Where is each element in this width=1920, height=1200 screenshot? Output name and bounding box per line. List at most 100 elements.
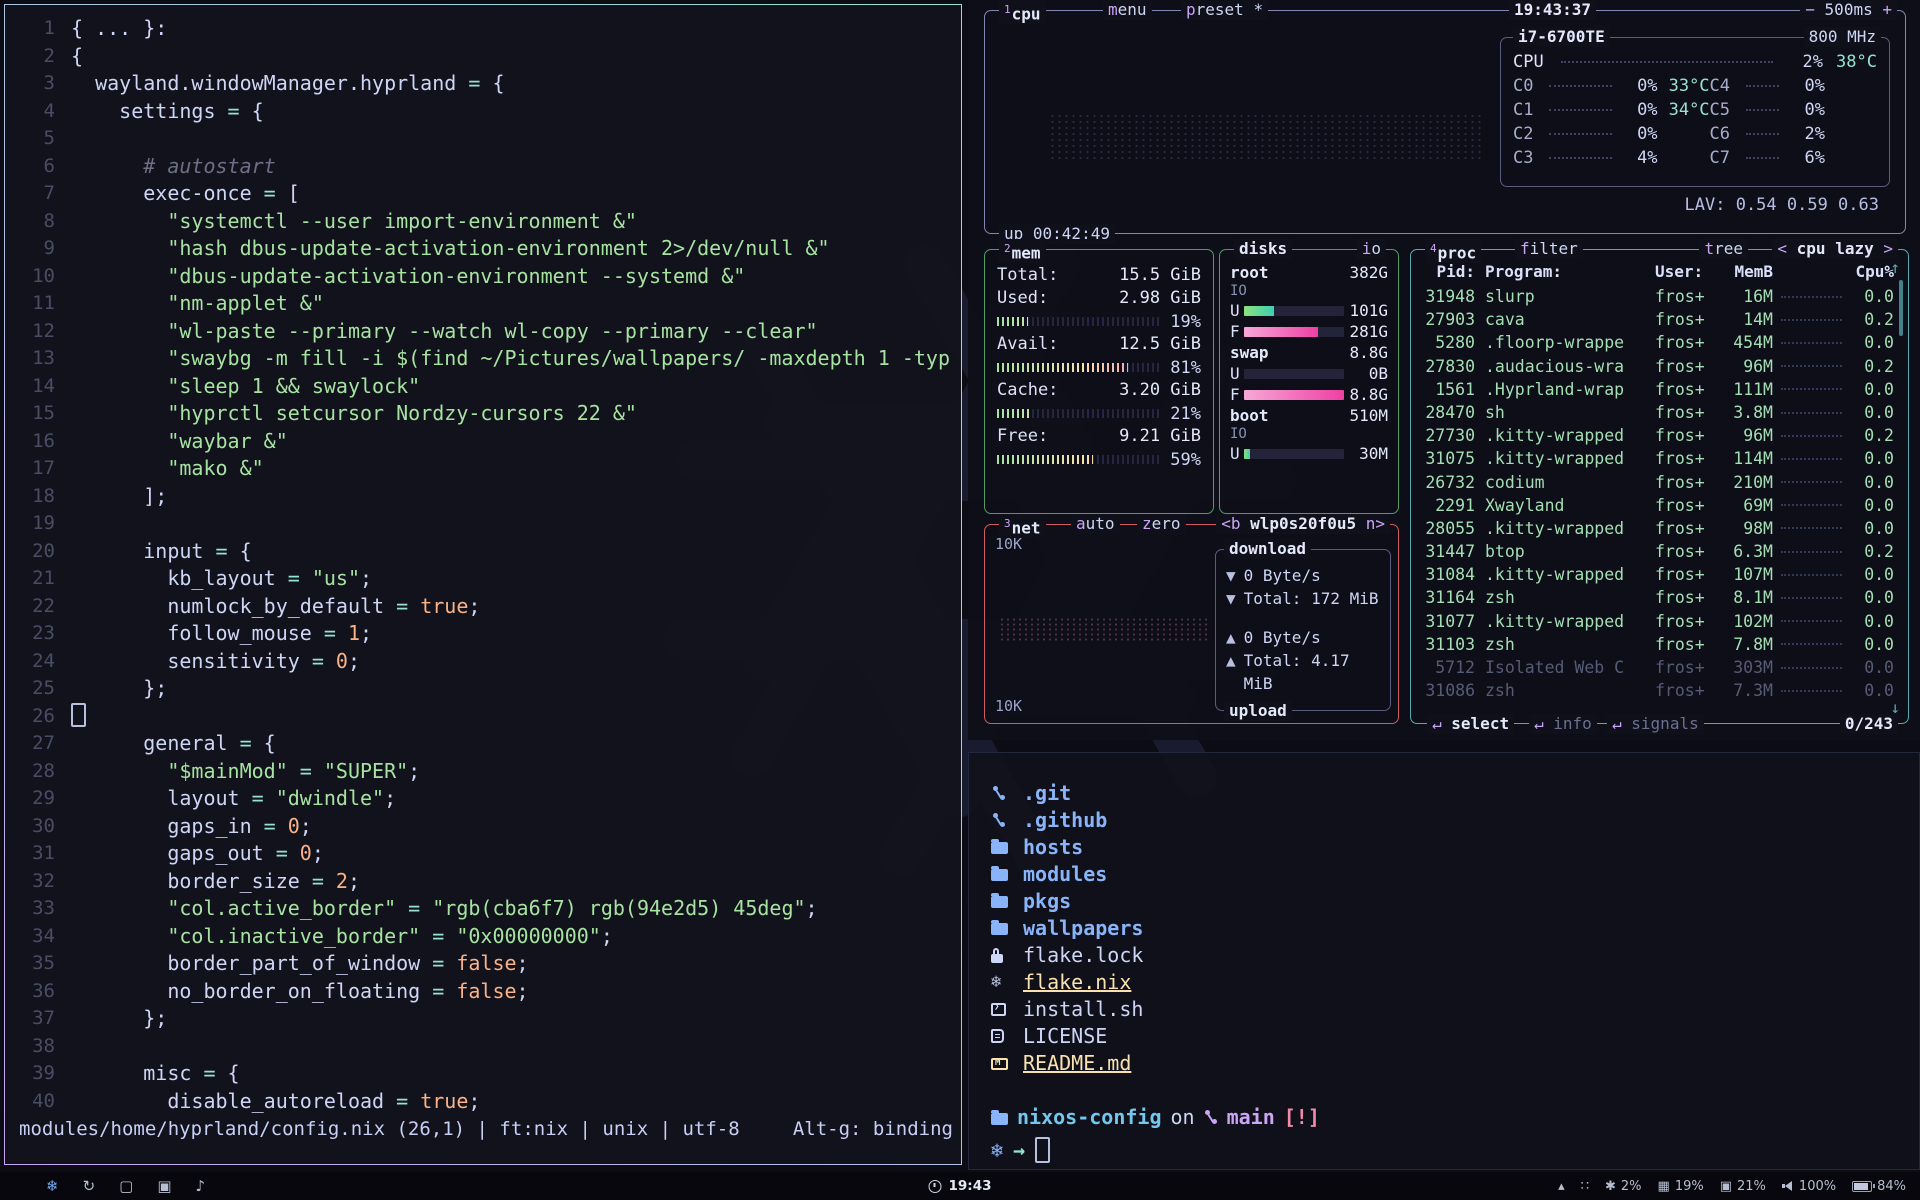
code-line: 28"$mainMod" = "SUPER"; xyxy=(5,758,961,786)
cpu-stats-box: i7-6700TE 800 MHz CPU 2% 38°C C00%33°CC1… xyxy=(1500,37,1890,187)
code-line: 3wayland.windowManager.hyprland = { xyxy=(5,70,961,98)
memory-percent: 19% xyxy=(1675,1179,1704,1194)
process-row[interactable]: 5280.floorp-wrappefros+454M0.0 xyxy=(1421,331,1894,354)
process-row[interactable]: 31086zshfros+7.3M0.0 xyxy=(1421,679,1894,702)
desktop: 1{ ... }:2{3wayland.windowManager.hyprla… xyxy=(0,0,1920,1200)
code-line: 8"systemctl --user import-environment &" xyxy=(5,208,961,236)
process-row[interactable]: 31948slurpfros+16M0.0 xyxy=(1421,285,1894,308)
code-line: 1{ ... }: xyxy=(5,15,961,43)
signals-action[interactable]: ↵ signals xyxy=(1607,714,1704,734)
nixos-menu-icon[interactable]: ❄ xyxy=(46,1177,59,1195)
filter-button[interactable]: filter xyxy=(1515,239,1583,259)
process-row[interactable]: 27830.audacious-wrafros+96M0.2 xyxy=(1421,355,1894,378)
process-row[interactable]: 31164zshfros+8.1M0.0 xyxy=(1421,586,1894,609)
disk-module[interactable]: ▣21% xyxy=(1720,1179,1766,1194)
file-item: .git xyxy=(991,779,1143,806)
editor-window[interactable]: 1{ ... }:2{3wayland.windowManager.hyprla… xyxy=(4,4,962,1165)
tree-toggle-button[interactable]: tree xyxy=(1699,239,1748,259)
prompt-on-label: on xyxy=(1171,1105,1195,1129)
cpu-module[interactable]: ✱ 2% xyxy=(1605,1179,1642,1194)
file-item: ❄flake.nix xyxy=(991,968,1143,995)
git-branch-name: main xyxy=(1227,1105,1275,1129)
file-name: install.sh xyxy=(1023,997,1143,1021)
disks-box: disks io root382GIOU101GF281Gswap8.8GU0B… xyxy=(1219,249,1399,514)
cpu-icon: ✱ xyxy=(1605,1179,1616,1194)
select-action[interactable]: ↵ select xyxy=(1427,714,1514,734)
net-interface-selector[interactable]: <b wlp0s20f0u5 n> xyxy=(1216,514,1390,534)
file-listing: .git.githubhostsmodulespkgswallpapersfla… xyxy=(991,779,1143,1076)
mem-stats: Total:15.5 GiBUsed:2.98 GiB19%Avail:12.5… xyxy=(985,250,1213,471)
memory-module[interactable]: ▦ 19% xyxy=(1658,1179,1704,1194)
process-row[interactable]: 31103zshfros+7.8M0.0 xyxy=(1421,633,1894,656)
net-box: 3net auto zero <b wlp0s20f0u5 n> 10K 10K… xyxy=(984,524,1399,724)
process-row[interactable]: 1561.Hyprland-wrapfros+111M0.0 xyxy=(1421,378,1894,401)
code-line: 23follow_mouse = 1; xyxy=(5,620,961,648)
cpu-box: 1cpu menu preset * 19:43:37 − 500ms + i7… xyxy=(984,10,1906,234)
proc-scrollbar-thumb[interactable] xyxy=(1899,280,1903,336)
shell-prompt: nixos-config on main [!] xyxy=(991,1105,1320,1129)
disk-percent: 21% xyxy=(1737,1179,1766,1194)
sort-column-selector[interactable]: < cpu lazy > xyxy=(1772,239,1898,259)
process-table[interactable]: 31948slurpfros+16M0.027903cavafros+14M0.… xyxy=(1411,283,1908,702)
process-row[interactable]: 27903cavafros+14M0.2 xyxy=(1421,308,1894,331)
process-row[interactable]: 5712Isolated Web Cfros+303M0.0 xyxy=(1421,656,1894,679)
taskbar-launcher-icons: ❄ ↻ ▢ ▣ ♪ xyxy=(0,1177,205,1195)
cpu-percent: 2% xyxy=(1621,1179,1642,1194)
process-row[interactable]: 31077.kitty-wrappedfros+102M0.0 xyxy=(1421,610,1894,633)
updates-icon[interactable]: ↻ xyxy=(83,1177,96,1195)
tray-expand-icon[interactable]: ▴ xyxy=(1558,1179,1565,1194)
folder-icon xyxy=(991,869,1008,881)
file-item: hosts xyxy=(991,833,1143,860)
menu-button[interactable]: menu xyxy=(1103,0,1152,20)
git-icon xyxy=(991,812,1005,828)
disks-box-title: disks xyxy=(1234,239,1292,259)
process-row[interactable]: 27730.kitty-wrappedfros+96M0.2 xyxy=(1421,424,1894,447)
process-row[interactable]: 2291Xwaylandfros+69M0.0 xyxy=(1421,494,1894,517)
code-line: 40disable_autoreload = true; xyxy=(5,1088,961,1116)
net-zero-button[interactable]: zero xyxy=(1137,514,1186,534)
file-item: pkgs xyxy=(991,887,1143,914)
info-action[interactable]: ↵ info xyxy=(1529,714,1597,734)
memory-icon: ▦ xyxy=(1658,1179,1670,1194)
code-line: 32border_size = 2; xyxy=(5,868,961,896)
net-scale-top: 10K xyxy=(995,535,1022,553)
mem-stat-row: Free:9.21 GiB xyxy=(997,425,1201,448)
apps-icon[interactable]: ▣ xyxy=(157,1177,171,1195)
terminal-launcher-icon[interactable]: ▢ xyxy=(119,1177,133,1195)
tray-dots-icon[interactable]: ∷ xyxy=(1581,1179,1589,1194)
taskbar-tray: ▴ ∷ ✱ 2% ▦ 19% ▣21% 100% 84% xyxy=(1558,1179,1920,1194)
music-icon[interactable]: ♪ xyxy=(196,1177,206,1195)
battery-module[interactable]: 84% xyxy=(1852,1179,1906,1194)
net-speed-row: ▼0 Byte/s xyxy=(1226,564,1380,587)
lock-icon xyxy=(991,954,1003,963)
scroll-up-icon[interactable]: ↑ xyxy=(1890,258,1900,277)
battery-icon xyxy=(1852,1181,1872,1192)
code-line: 16"waybar &" xyxy=(5,428,961,456)
cpu-core-row: C00%33°C xyxy=(1513,74,1710,98)
process-row[interactable]: 26732codiumfros+210M0.0 xyxy=(1421,471,1894,494)
process-row[interactable]: 28470shfros+3.8M0.0 xyxy=(1421,401,1894,424)
process-row[interactable]: 31075.kitty-wrappedfros+114M0.0 xyxy=(1421,447,1894,470)
process-row[interactable]: 31084.kitty-wrappedfros+107M0.0 xyxy=(1421,563,1894,586)
code-line: 20input = { xyxy=(5,538,961,566)
cpu-usage-graph xyxy=(1049,113,1485,163)
file-name: README.md xyxy=(1023,1051,1131,1075)
shell-prompt-input-line[interactable]: ❄ → xyxy=(991,1137,1050,1163)
terminal-window[interactable]: .git.githubhostsmodulespkgswallpapersfla… xyxy=(968,752,1920,1170)
volume-percent: 100% xyxy=(1799,1179,1836,1194)
code-line: 35border_part_of_window = false; xyxy=(5,950,961,978)
folder-icon xyxy=(991,842,1008,854)
net-auto-button[interactable]: auto xyxy=(1071,514,1120,534)
volume-module[interactable]: 100% xyxy=(1782,1179,1836,1194)
process-row[interactable]: 31447btopfros+6.3M0.2 xyxy=(1421,540,1894,563)
io-mode-button[interactable]: io xyxy=(1357,239,1386,259)
git-icon xyxy=(991,785,1005,801)
code-area[interactable]: 1{ ... }:2{3wayland.windowManager.hyprla… xyxy=(5,15,961,1115)
btop-window: 1cpu menu preset * 19:43:37 − 500ms + i7… xyxy=(968,0,1920,740)
process-row[interactable]: 28055.kitty-wrappedfros+98M0.0 xyxy=(1421,517,1894,540)
taskbar-clock[interactable]: 19:43 xyxy=(929,1178,992,1194)
preset-button[interactable]: preset * xyxy=(1181,0,1268,20)
update-interval-control[interactable]: − 500ms + xyxy=(1800,0,1897,20)
code-line: 17"mako &" xyxy=(5,455,961,483)
editor-statusline: modules/home/hyprland/config.nix (26,1) … xyxy=(5,1118,961,1140)
